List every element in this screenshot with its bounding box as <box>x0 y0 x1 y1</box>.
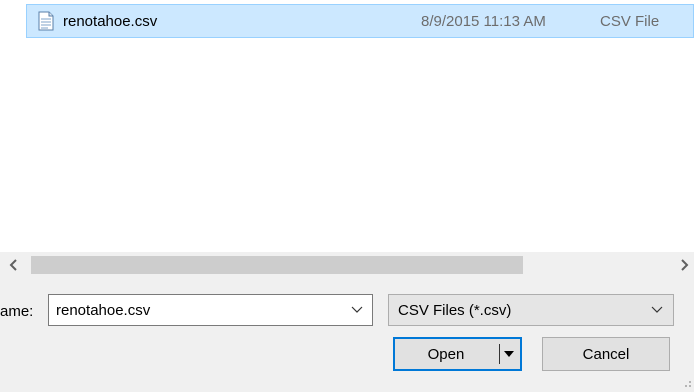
split-separator <box>499 344 500 364</box>
scroll-right-arrow-icon[interactable] <box>672 252 694 278</box>
cancel-button-label: Cancel <box>582 346 630 363</box>
resize-grip-icon[interactable] <box>680 376 692 388</box>
chevron-down-icon[interactable] <box>351 304 363 314</box>
open-button[interactable]: Open <box>393 337 522 371</box>
file-name-combobox[interactable]: renotahoe.csv <box>48 294 373 326</box>
file-type-selected: CSV Files (*.csv) <box>398 302 512 319</box>
chevron-down-icon <box>651 306 663 313</box>
cancel-button[interactable]: Cancel <box>542 337 670 371</box>
file-type-cell: CSV File <box>600 13 660 30</box>
file-type-select[interactable]: CSV Files (*.csv) <box>388 294 674 326</box>
scroll-thumb[interactable] <box>31 256 523 274</box>
text-file-icon <box>38 11 54 31</box>
open-button-label: Open <box>427 346 465 363</box>
horizontal-scrollbar[interactable] <box>0 252 694 278</box>
file-name-input[interactable]: renotahoe.csv <box>56 302 150 319</box>
dropdown-arrow-icon[interactable] <box>504 349 514 359</box>
file-name-label: ame: <box>0 303 34 320</box>
dialog-footer: ame: renotahoe.csv CSV Files (*.csv) Ope… <box>0 278 694 392</box>
file-name-cell: renotahoe.csv <box>63 13 158 30</box>
file-list[interactable]: renotahoe.csv 8/9/2015 11:13 AM CSV File <box>0 0 694 252</box>
file-row-renotahoe[interactable]: renotahoe.csv 8/9/2015 11:13 AM CSV File <box>26 4 694 38</box>
date-modified-cell: 8/9/2015 11:13 AM <box>421 13 546 30</box>
scroll-left-arrow-icon[interactable] <box>2 252 26 278</box>
